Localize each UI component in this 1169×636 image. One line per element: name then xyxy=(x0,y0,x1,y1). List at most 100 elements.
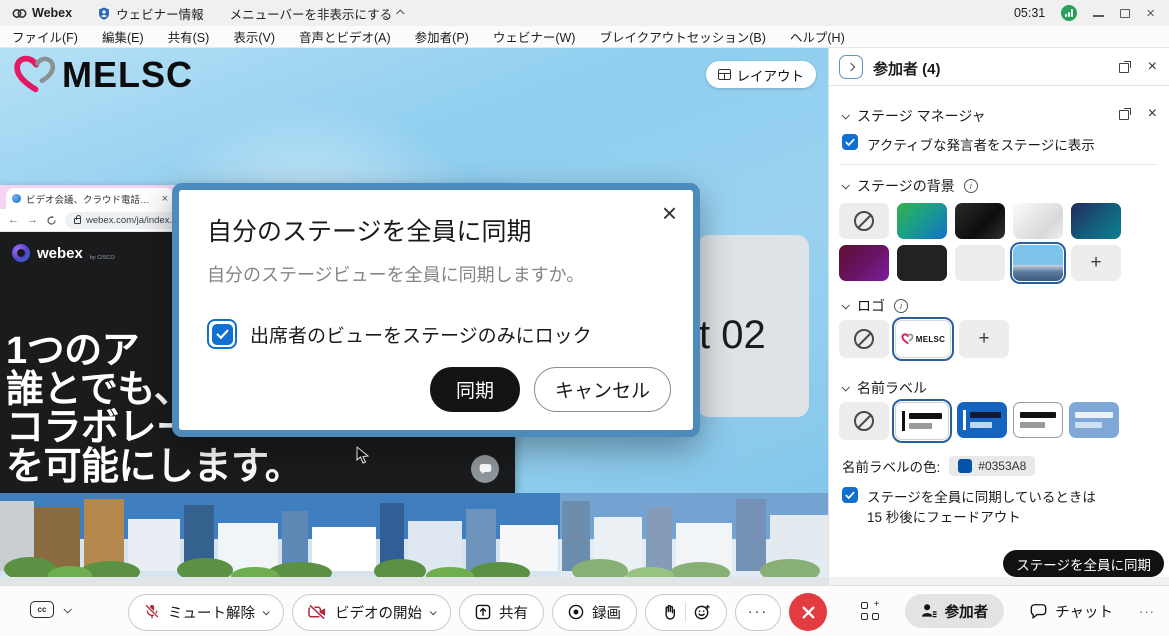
record-button[interactable]: 録画 xyxy=(552,594,637,631)
logo-thumb-melsc-selected[interactable]: MELSC xyxy=(895,320,951,358)
share-button[interactable]: 共有 xyxy=(459,594,544,631)
info-icon[interactable]: i xyxy=(964,179,978,193)
webex-site-logo-text: webex xyxy=(37,245,83,262)
stage-manager-close-icon[interactable]: × xyxy=(1148,106,1157,122)
sync-button[interactable]: 同期 xyxy=(430,367,520,412)
menu-participants[interactable]: 参加者(P) xyxy=(415,27,469,46)
menubar: ファイル(F) 編集(E) 共有(S) 表示(V) 音声とビデオ(A) 参加者(… xyxy=(0,26,1169,48)
background-thumb-city-selected[interactable] xyxy=(1013,245,1063,281)
name-label-thumb-2[interactable] xyxy=(957,402,1007,438)
logo-add-button[interactable]: + xyxy=(959,320,1009,358)
layout-button[interactable]: レイアウト xyxy=(706,61,817,88)
webinar-info-label: ウェビナー情報 xyxy=(116,4,204,23)
menu-file[interactable]: ファイル(F) xyxy=(12,27,78,46)
tab-close-icon[interactable]: × xyxy=(162,193,168,205)
melsc-heart-icon xyxy=(901,333,914,345)
video-dropdown-icon[interactable] xyxy=(430,608,437,615)
lock-view-checkbox[interactable] xyxy=(207,319,237,349)
browser-reload-icon[interactable] xyxy=(46,215,57,226)
menu-webinar[interactable]: ウェビナー(W) xyxy=(493,27,576,46)
panel-bottom-strip xyxy=(829,577,1169,585)
maximize-button[interactable] xyxy=(1120,9,1130,18)
chevron-down-icon xyxy=(841,383,849,391)
background-thumb-gray[interactable] xyxy=(955,245,1005,281)
menu-share[interactable]: 共有(S) xyxy=(168,27,210,46)
dialog-message: 自分のステージビューを全員に同期しますか。 xyxy=(207,261,665,287)
background-section-header[interactable]: ステージの背景 i xyxy=(842,176,978,196)
unmute-button[interactable]: ミュート解除 xyxy=(128,594,284,631)
menu-audio-video[interactable]: 音声とビデオ(A) xyxy=(299,27,391,46)
menu-breakout[interactable]: ブレイクアウトセッション(B) xyxy=(599,27,765,46)
stage-manager-header[interactable]: ステージ マネージャ xyxy=(842,106,986,126)
captions-button[interactable]: cc xyxy=(30,601,54,618)
hide-menubar-button[interactable]: メニューバーを非表示にする xyxy=(230,4,405,23)
participant-card-text: t 02 xyxy=(699,313,766,358)
apps-icon[interactable]: + xyxy=(861,602,879,620)
name-label-thumb-4[interactable] xyxy=(1069,402,1119,438)
minimize-button[interactable] xyxy=(1093,15,1104,17)
toolbar-overflow-button[interactable]: ··· xyxy=(1139,604,1155,619)
name-label-color-picker[interactable]: #0353A8 xyxy=(949,456,1035,476)
panel-close-icon[interactable]: × xyxy=(1148,59,1157,75)
background-thumb-purple[interactable] xyxy=(839,245,889,281)
start-video-label: ビデオの開始 xyxy=(335,602,422,623)
leave-webinar-button[interactable] xyxy=(789,593,827,631)
background-add-button[interactable]: + xyxy=(1071,245,1121,281)
shield-icon xyxy=(98,7,110,20)
panel-collapse-button[interactable] xyxy=(839,55,863,79)
menu-edit[interactable]: 編集(E) xyxy=(102,27,144,46)
color-value: #0353A8 xyxy=(978,459,1026,473)
info-icon[interactable]: i xyxy=(894,299,908,313)
chevron-down-icon xyxy=(841,111,849,119)
participants-panel: 参加者 (4) × ステージ マネージャ × アクティブな発言者をステージに表示… xyxy=(828,48,1169,585)
chat-button[interactable]: チャット xyxy=(1030,601,1113,622)
dialog-close-button[interactable]: × xyxy=(662,200,677,226)
connection-quality-icon[interactable] xyxy=(1061,5,1077,21)
unmute-label: ミュート解除 xyxy=(168,602,255,623)
background-thumb-teal[interactable] xyxy=(1071,203,1121,239)
fadeout-checkbox[interactable] xyxy=(842,487,858,503)
mic-muted-icon xyxy=(144,603,160,621)
stage-city-backdrop xyxy=(0,493,828,585)
browser-forward-icon[interactable]: → xyxy=(27,214,38,226)
chevron-down-icon xyxy=(841,301,849,309)
lock-view-checkbox-label[interactable]: 出席者のビューをステージのみにロック xyxy=(250,321,592,348)
none-icon xyxy=(854,411,874,431)
cancel-button[interactable]: キャンセル xyxy=(534,367,671,412)
background-thumb-none[interactable] xyxy=(839,203,889,239)
captions-dropdown-icon[interactable] xyxy=(63,605,71,613)
panel-title: 参加者 (4) xyxy=(873,58,941,79)
titlebar: Webex ウェビナー情報 メニューバーを非表示にする 05:31 × xyxy=(0,0,1169,26)
more-options-button[interactable]: ··· xyxy=(735,594,781,631)
logo-section-header[interactable]: ロゴ i xyxy=(842,296,908,316)
page-chat-bubble-icon[interactable] xyxy=(471,455,499,483)
browser-tab[interactable]: ビデオ会議、クラウド電話、画面共有 × xyxy=(6,188,174,209)
participants-button[interactable]: 参加者 xyxy=(905,594,1005,628)
name-label-section-header[interactable]: 名前ラベル xyxy=(842,378,927,398)
fadeout-checkbox-row[interactable]: ステージを全員に同期しているときは 15 秒後にフェードアウト xyxy=(842,486,1096,526)
panel-popout-icon[interactable] xyxy=(1119,61,1131,73)
unmute-dropdown-icon[interactable] xyxy=(263,608,270,615)
name-label-thumb-none[interactable] xyxy=(839,402,889,440)
webinar-info-button[interactable]: ウェビナー情報 xyxy=(98,4,204,23)
active-speaker-checkbox[interactable] xyxy=(842,134,858,150)
start-video-button[interactable]: ビデオの開始 xyxy=(292,594,451,631)
sync-stage-to-all-button[interactable]: ステージを全員に同期 xyxy=(1003,550,1164,577)
background-thumb-dark[interactable] xyxy=(897,245,947,281)
background-thumb-black-wave[interactable] xyxy=(955,203,1005,239)
name-label-thumb-1-selected[interactable] xyxy=(895,402,949,440)
reactions-button[interactable] xyxy=(645,594,727,631)
window-close-button[interactable]: × xyxy=(1146,6,1155,21)
menu-view[interactable]: 表示(V) xyxy=(233,27,275,46)
active-speaker-checkbox-row[interactable]: アクティブな発言者をステージに表示 xyxy=(842,134,1095,154)
background-thumb-white[interactable] xyxy=(1013,203,1063,239)
background-thumb-green-blue[interactable] xyxy=(897,203,947,239)
browser-back-icon[interactable]: ← xyxy=(8,214,19,226)
logo-thumb-none[interactable] xyxy=(839,320,889,358)
stage-manager-popout-icon[interactable] xyxy=(1119,108,1131,120)
melsc-heart-icon xyxy=(12,54,58,96)
mouse-cursor xyxy=(356,446,369,464)
fadeout-label: ステージを全員に同期しているときは 15 秒後にフェードアウト xyxy=(867,486,1096,526)
name-label-thumb-3[interactable] xyxy=(1013,402,1063,438)
menu-help[interactable]: ヘルプ(H) xyxy=(790,27,845,46)
